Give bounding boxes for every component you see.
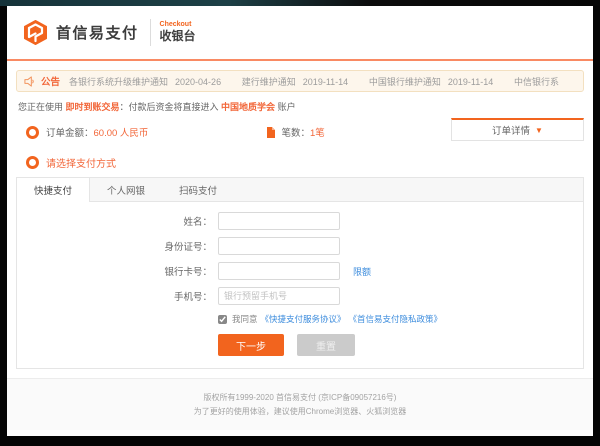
name-input[interactable] [218,212,340,230]
tab-quick-pay[interactable]: 快捷支付 [17,178,90,202]
transaction-type: 即时到账交易 [66,102,120,112]
service-agreement-link[interactable]: 《快捷支付服务协议》 [261,313,346,325]
brand-name: 首信易支付 [56,22,139,43]
agreement-text: 我同意 [232,313,258,325]
form-buttons: 下一步 重置 [218,334,583,356]
header: 首信易支付 Checkout 收银台 [7,6,593,61]
announcement-ticker: 各银行系统升级维护通知2020-04-26 建行维护通知2019-11-14 中… [69,75,573,88]
browser-suggestion-line: 为了更好的使用体验，建议使用Chrome浏览器、火狐浏览器 [194,406,406,417]
main-content: 公告 各银行系统升级维护通知2020-04-26 建行维护通知2019-11-1… [7,70,593,369]
document-icon [266,127,275,138]
chevron-down-icon: ▼ [535,126,543,135]
select-method-label: 请选择支付方式 [46,155,116,170]
tab-personal-ebank[interactable]: 个人网银 [90,178,162,201]
checkout-title-cn: 收银台 [160,29,196,44]
limit-link[interactable]: 限额 [353,265,371,278]
id-number-input[interactable] [218,237,340,255]
transaction-info-line: 您正在使用 即时到账交易：付款后资金将直接进入 中国地质学会 账户 [16,100,584,113]
card-number-label: 银行卡号： [17,264,212,278]
announcement-item[interactable]: 建行维护通知2019-11-14 [242,75,348,88]
name-label: 姓名： [17,214,212,228]
usage-middle: ：付款后资金将直接进入 [120,102,222,112]
agreement-checkbox[interactable] [218,315,227,324]
order-summary-bar: 订单金额： 60.00 人民币 笔数： 1笔 订单详情 ▼ [16,120,584,144]
payment-panel: 快捷支付 个人网银 扫码支付 姓名： 身份证号： 银行卡号： 限额 [16,177,584,369]
tab-scan-pay[interactable]: 扫码支付 [162,178,234,201]
order-count-group: 笔数： 1笔 [266,125,324,139]
order-details-button[interactable]: 订单详情 ▼ [451,118,584,141]
form-row-phone: 手机号： [17,287,583,305]
usage-suffix: 账户 [275,102,296,112]
method-ring-icon [26,156,39,169]
checkout-page: 首信易支付 Checkout 收银台 公告 各银行系统升级维护通知2020-04… [7,6,593,436]
order-amount-value: 60.00 人民币 [94,125,149,139]
agreement-row: 我同意 《快捷支付服务协议》 《首信易支付隐私政策》 [218,313,583,325]
form-row-id-number: 身份证号： [17,237,583,255]
form-row-name: 姓名： [17,212,583,230]
brand-logo-icon [22,19,49,46]
order-amount-label: 订单金额： [46,125,94,139]
reset-button[interactable]: 重置 [297,334,355,356]
card-number-input[interactable] [218,262,340,280]
announcement-bar: 公告 各银行系统升级维护通知2020-04-26 建行维护通知2019-11-1… [16,70,584,92]
megaphone-icon [24,76,35,87]
page-footer: 版权所有1999-2020 首信易支付 (京ICP备09057216号) 为了更… [7,378,593,430]
phone-input[interactable] [218,287,340,305]
merchant-name: 中国地质学会 [221,102,275,112]
payment-tabs: 快捷支付 个人网银 扫码支付 [17,178,583,202]
copyright-line: 版权所有1999-2020 首信易支付 (京ICP备09057216号) [204,392,397,403]
announcement-item[interactable]: 各银行系统升级维护通知2020-04-26 [69,75,221,88]
announcement-item[interactable]: 中信银行系 [514,75,559,88]
checkout-title: Checkout 收银台 [160,21,196,45]
form-row-card-number: 银行卡号： 限额 [17,262,583,280]
header-divider [150,19,151,46]
privacy-policy-link[interactable]: 《首信易支付隐私政策》 [349,313,443,325]
amount-ring-icon [26,126,39,139]
announcement-item[interactable]: 中国银行维护通知2019-11-14 [369,75,493,88]
select-method-row: 请选择支付方式 [16,155,584,170]
id-number-label: 身份证号： [17,239,212,253]
order-count-value: 1笔 [310,125,325,139]
order-count-label: 笔数： [281,125,310,139]
announcement-label: 公告 [41,74,60,88]
quick-pay-form: 姓名： 身份证号： 银行卡号： 限额 手机号： [17,202,583,356]
usage-prefix: 您正在使用 [18,102,66,112]
phone-label: 手机号： [17,289,212,303]
next-step-button[interactable]: 下一步 [218,334,284,356]
